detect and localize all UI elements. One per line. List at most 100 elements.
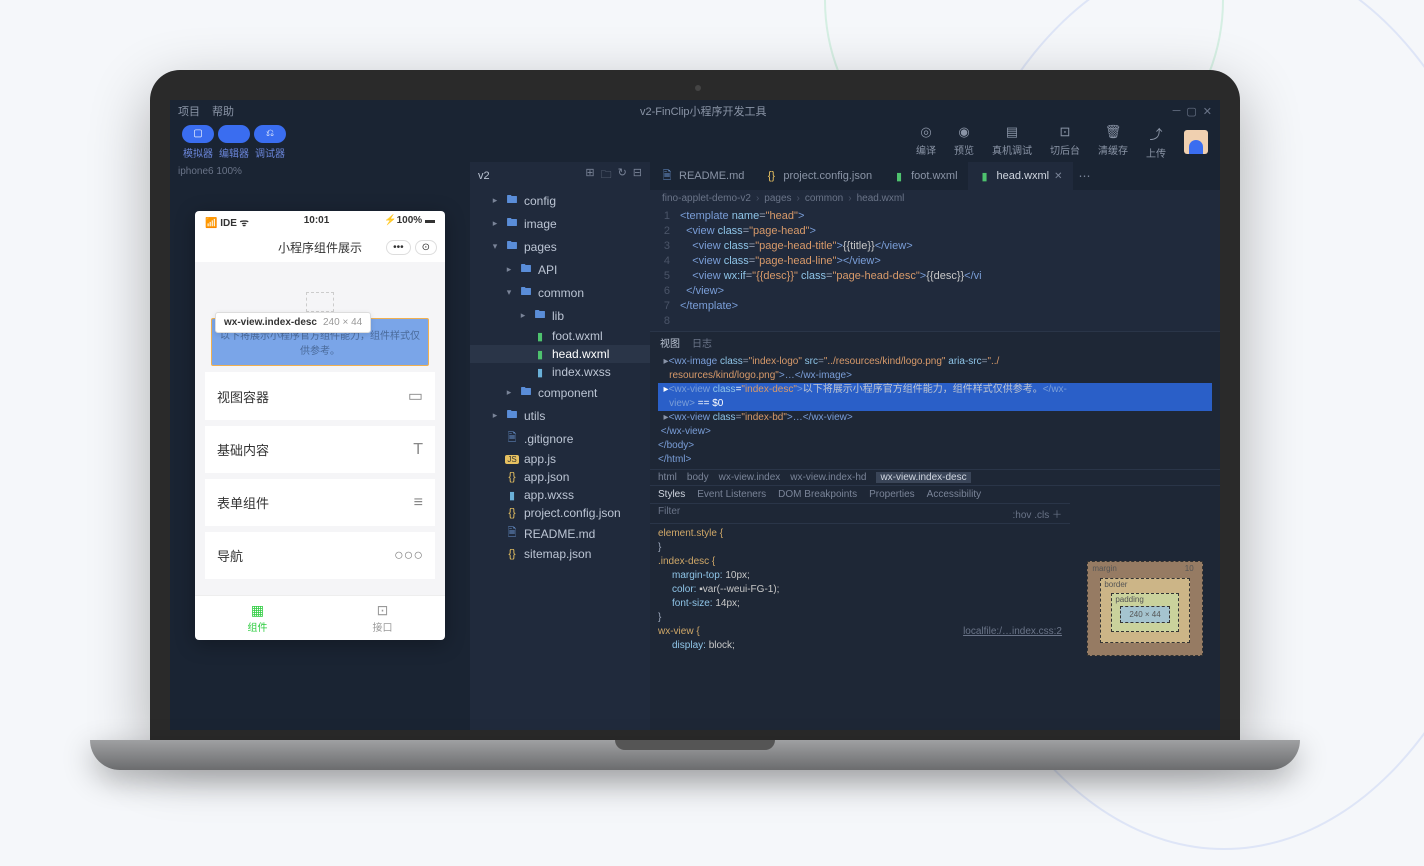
tree-root-label[interactable]: v2 [478,170,490,182]
toolbar-action[interactable]: ◎ 编译 [916,124,936,160]
tree-row[interactable]: ▸ 🖿 utils [470,404,650,427]
laptop-base [90,740,1300,770]
file-icon: ▮ [505,489,519,502]
tree-row[interactable]: ▮ index.wxss [470,363,650,381]
toolbar-action[interactable]: 🗑 清缓存 [1098,124,1128,160]
预览-icon: ◉ [958,124,969,140]
dom-crumb[interactable]: wx-view.index [719,472,781,483]
new-file-icon[interactable]: ⊞ [585,166,594,185]
dom-crumb[interactable]: body [687,472,709,483]
editor-tab[interactable]: 🗎 README.md [650,162,754,190]
twisty-icon: ▸ [504,387,514,398]
dom-crumb[interactable]: wx-view.index-hd [790,472,866,483]
tree-row[interactable]: ▸ 🖿 config [470,189,650,212]
window-maximize-icon[interactable]: ▢ [1186,105,1196,118]
dom-crumb[interactable]: html [658,472,677,483]
file-icon: ▮ [533,348,547,361]
css-rules[interactable]: element.style {}.index-desc {</span></di… [650,524,1070,656]
editor-tab[interactable]: {} project.config.json [754,162,882,190]
file-icon: ▮ [892,170,906,183]
devtools-tab-view[interactable]: 视图 [660,335,680,350]
breadcrumb-item[interactable]: common [805,193,843,204]
dom-breadcrumb[interactable]: html body wx-view.index wx-view.index-hd wx-… [650,469,1220,485]
tree-row[interactable]: ▾ 🖿 common [470,281,650,304]
tree-row[interactable]: 🗎 README.md [470,522,650,545]
tree-row[interactable]: 🗎 .gitignore [470,427,650,450]
refresh-icon[interactable]: ↻ [618,166,627,185]
真机调试-icon: ▤ [1006,124,1018,140]
phone-close-icon[interactable]: ⊙ [415,240,437,255]
styles-tab[interactable]: Accessibility [927,489,981,500]
tree-row[interactable]: {} sitemap.json [470,545,650,563]
code-editor[interactable]: 1<template name="head">2 <view class="pa… [650,207,1220,331]
file-icon: {} [505,548,519,560]
menu-project[interactable]: 项目 [178,103,200,119]
menu-help[interactable]: 帮助 [212,103,234,119]
phone-tab[interactable]: ⊡接口 [320,596,445,640]
tree-row[interactable]: ▾ 🖿 pages [470,235,650,258]
phone-tab[interactable]: ▦组件 [195,596,320,640]
new-folder-icon[interactable]: 🗀 [601,166,612,185]
simulator-panel: iphone6 100% 📶 IDE ᯤ 10:01 ⚡100% ▬ 小程序组件… [170,162,470,730]
file-icon: 🖿 [533,306,547,325]
file-icon: 🗎 [505,524,519,543]
breadcrumb: fino-applet-demo-v2›pages›common›head.wx… [650,190,1220,207]
tab-overflow-icon[interactable]: ⋯ [1073,169,1097,183]
window-title: v2-FinClip小程序开发工具 [640,103,767,119]
styles-filter-actions[interactable]: :hov .cls ＋ [1013,506,1062,521]
tree-row[interactable]: ▮ head.wxml [470,345,650,363]
styles-tab[interactable]: Styles [658,489,685,500]
toolbar-action[interactable]: ⊡ 切后台 [1050,124,1080,160]
avatar[interactable] [1184,130,1208,154]
window-close-icon[interactable]: ✕ [1203,105,1212,118]
breadcrumb-item[interactable]: fino-applet-demo-v2 [662,193,751,204]
styles-tab[interactable]: Event Listeners [697,489,766,500]
tree-row[interactable]: {} project.config.json [470,504,650,522]
tree-row[interactable]: {} app.json [470,468,650,486]
file-icon: {} [505,507,519,519]
toolbar-action[interactable]: ▤ 真机调试 [992,124,1032,160]
tree-row[interactable]: ▸ 🖿 component [470,381,650,404]
list-item[interactable]: 基础内容T [205,426,435,473]
breadcrumb-item[interactable]: pages [764,193,791,204]
editor-tab[interactable]: ▮ foot.wxml [882,162,967,190]
styles-tab[interactable]: DOM Breakpoints [778,489,857,500]
上传-icon: ⤴ [1149,124,1162,143]
menubar: 项目 帮助 v2-FinClip小程序开发工具 ─ ▢ ✕ [170,100,1220,122]
twisty-icon: ▾ [490,241,500,252]
list-item[interactable]: 视图容器▭ [205,372,435,420]
list-item[interactable]: 导航○○○ [205,532,435,579]
toolbar-action[interactable]: ⤴ 上传 [1146,124,1166,160]
phone-more-icon[interactable]: ••• [386,240,411,255]
file-icon: ▮ [533,366,547,379]
editor-tab-strip: 🗎 README.md {} project.config.json ▮ foo… [650,162,1220,190]
mode-button[interactable]: 编辑器 [218,125,250,160]
breadcrumb-item[interactable]: head.wxml [857,193,905,204]
dom-crumb[interactable]: wx-view.index-desc [876,472,970,483]
list-item[interactable]: 表单组件≡ [205,479,435,526]
tree-row[interactable]: ▮ foot.wxml [470,327,650,345]
file-icon: 🖿 [519,260,533,279]
file-explorer: v2 ⊞ 🗀 ↻ ⊟ ▸ 🖿 config ▸ 🖿 image [470,162,650,730]
phone-status-left: 📶 IDE ᯤ [205,215,249,229]
mode-button[interactable]: ⎌ 调试器 [254,125,286,160]
devtools-tab-log[interactable]: 日志 [692,335,712,350]
editor-panel: 🗎 README.md {} project.config.json ▮ foo… [650,162,1220,730]
dom-tree[interactable]: ▸<wx-image class="index-logo" src="../re… [650,353,1220,469]
toolbar-action[interactable]: ◉ 预览 [954,124,974,160]
mode-button[interactable]: ▢ 模拟器 [182,125,214,160]
tree-row[interactable]: ▸ 🖿 lib [470,304,650,327]
window-minimize-icon[interactable]: ─ [1173,105,1181,118]
tree-row[interactable]: ▸ 🖿 image [470,212,650,235]
styles-filter-input[interactable]: Filter [658,506,680,521]
collapse-icon[interactable]: ⊟ [633,166,642,185]
tree-row[interactable]: JS app.js [470,450,650,468]
tree-row[interactable]: ▸ 🖿 API [470,258,650,281]
phone-status-time: 10:01 [304,215,330,229]
清缓存-icon: 🗑 [1105,124,1122,140]
styles-tab[interactable]: Properties [869,489,915,500]
tree-row[interactable]: ▮ app.wxss [470,486,650,504]
editor-tab[interactable]: ▮ head.wxml✕ [968,162,1073,190]
phone-preview: 📶 IDE ᯤ 10:01 ⚡100% ▬ 小程序组件展示 ••• ⊙ [195,211,445,640]
close-tab-icon[interactable]: ✕ [1054,171,1062,182]
